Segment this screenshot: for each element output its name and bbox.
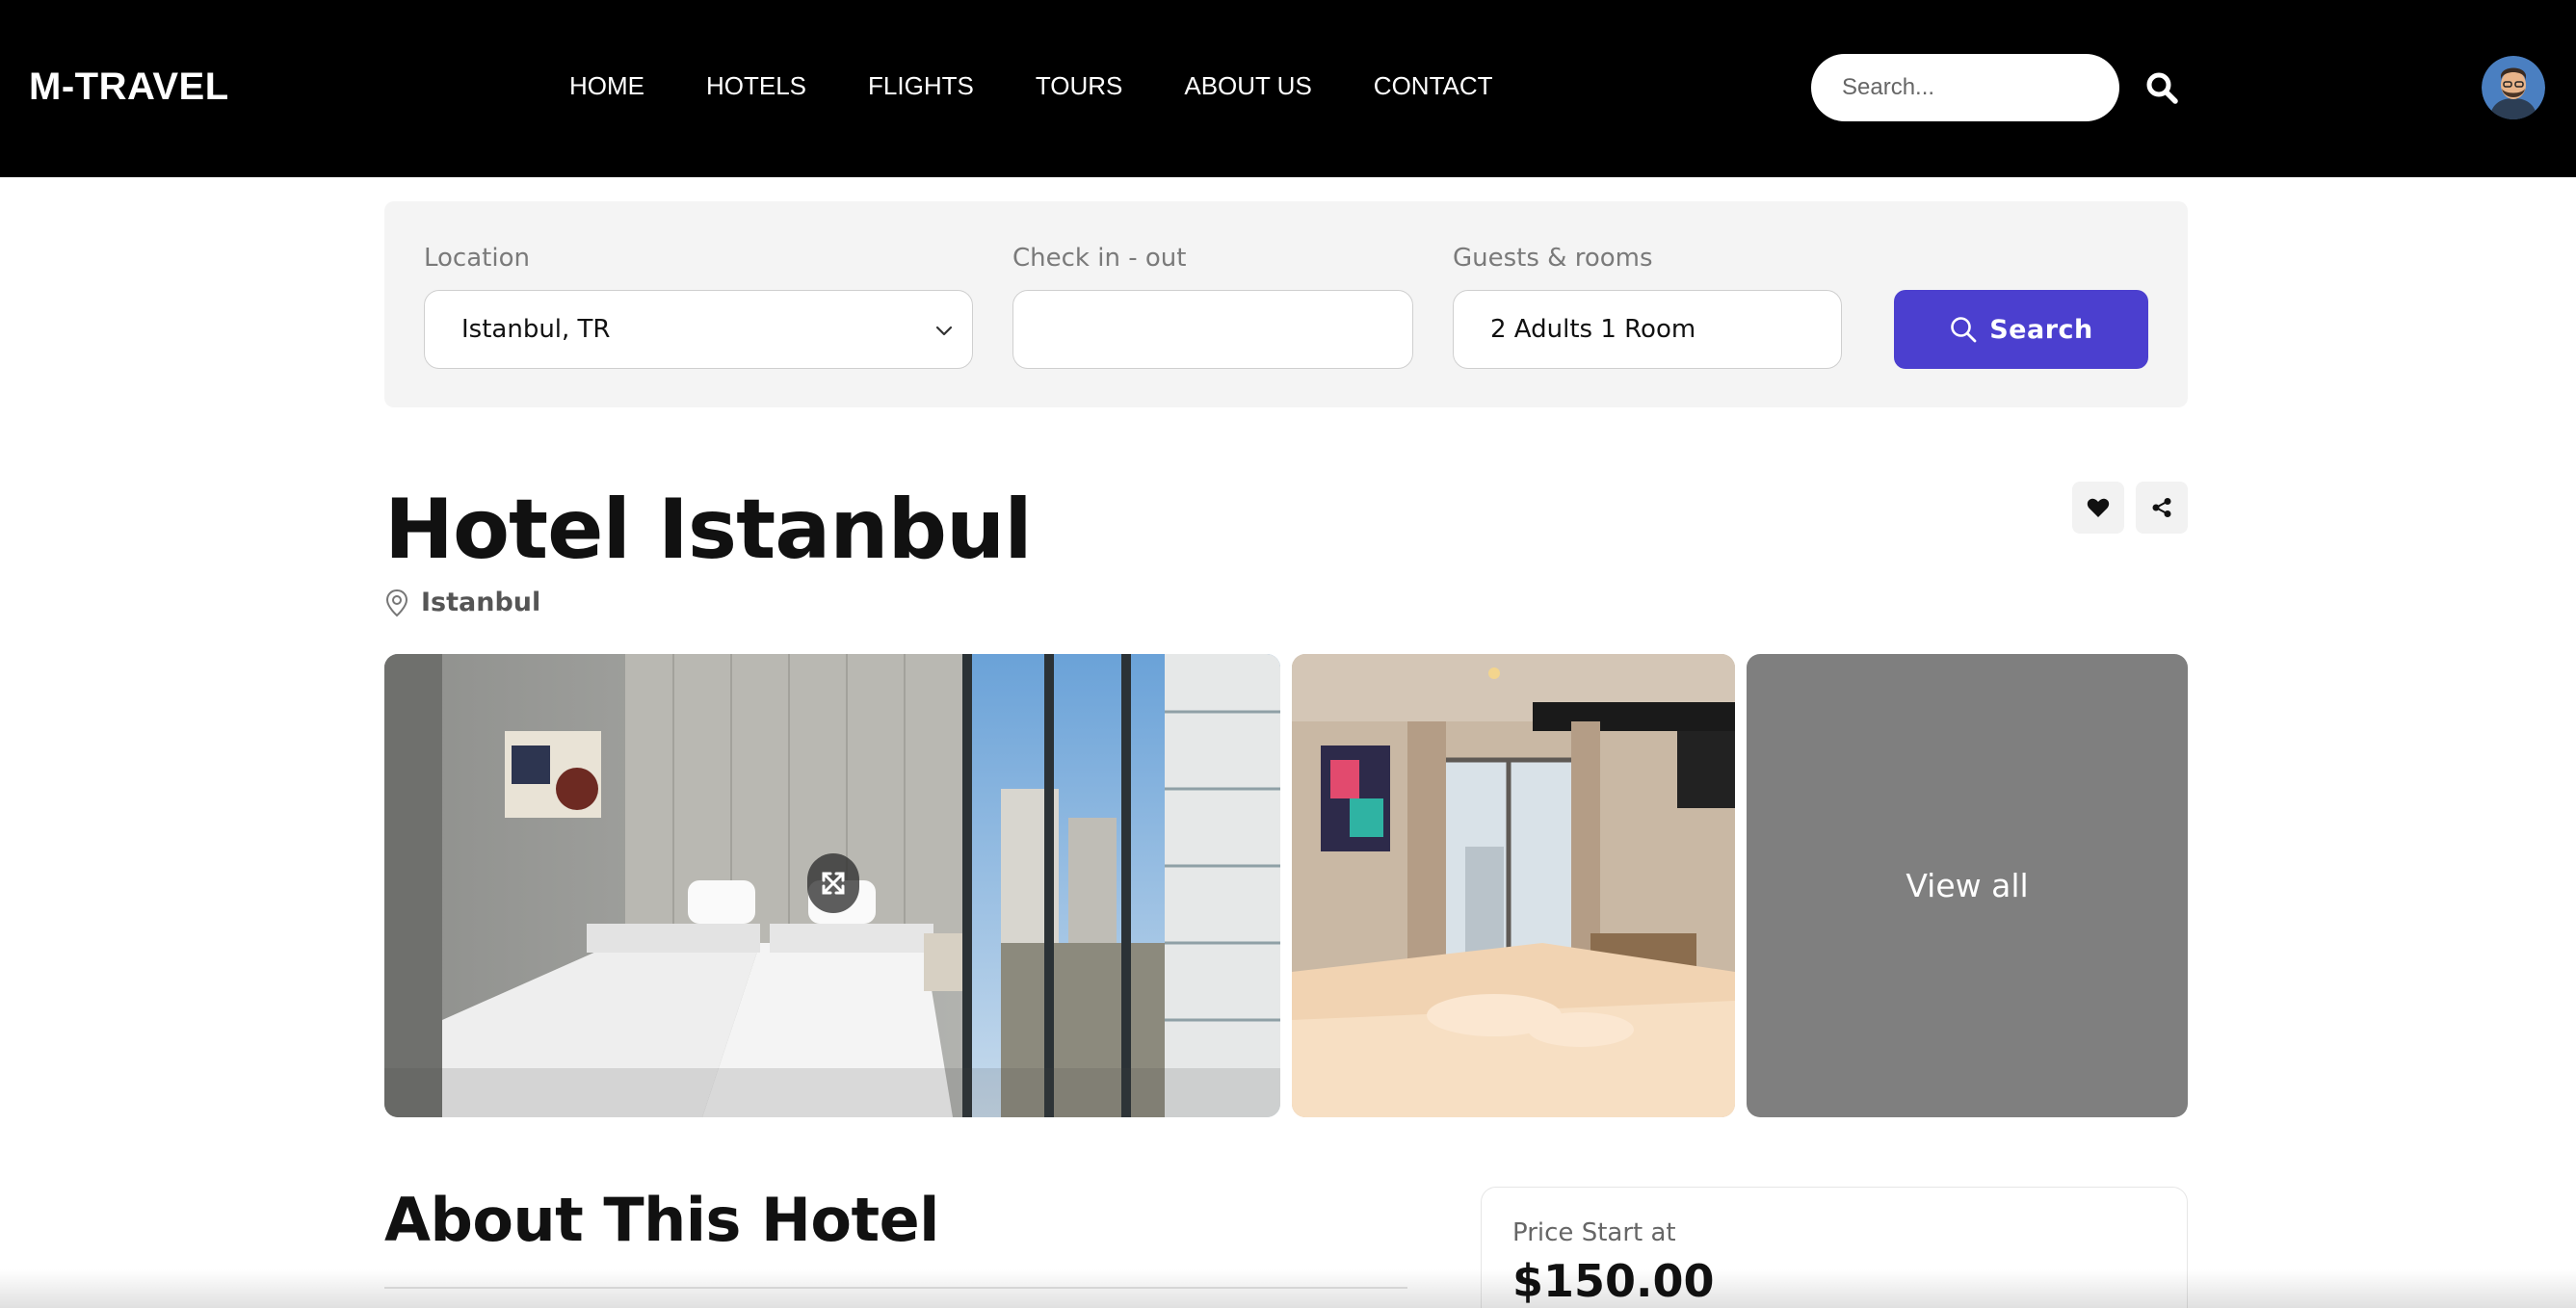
checkin-label: Check in - out	[1012, 244, 1187, 273]
secondary-hotel-photo[interactable]	[1292, 654, 1735, 1117]
search-button-label: Search	[1989, 314, 2093, 345]
nav-about-us[interactable]: ABOUT US	[1184, 71, 1311, 101]
site-logo[interactable]: M-TRAVEL	[29, 65, 229, 109]
top-navbar: M-TRAVEL HOME HOTELS FLIGHTS TOURS ABOUT…	[0, 0, 2576, 177]
location-value: Istanbul, TR	[461, 315, 611, 344]
booking-search-bar: Location Istanbul, TR Check in - out Gue…	[384, 201, 2188, 407]
price-card: Price Start at $150.00	[1481, 1187, 2188, 1308]
guests-label: Guests & rooms	[1453, 244, 1653, 273]
heart-icon	[2087, 498, 2110, 517]
checkin-date-input[interactable]	[1012, 290, 1413, 369]
share-icon	[2152, 498, 2171, 517]
header-search-input[interactable]	[1811, 54, 2119, 121]
nav-tours[interactable]: TOURS	[1036, 71, 1123, 101]
main-nav: HOME HOTELS FLIGHTS TOURS ABOUT US CONTA…	[569, 71, 1493, 101]
nav-contact[interactable]: CONTACT	[1374, 71, 1493, 101]
nav-flights[interactable]: FLIGHTS	[868, 71, 974, 101]
user-avatar[interactable]	[2482, 56, 2545, 119]
search-icon	[1951, 317, 1977, 343]
avatar-image	[2482, 56, 2545, 119]
hotel-location: Istanbul	[384, 588, 540, 617]
location-pin-icon	[385, 589, 408, 616]
hotel-title: Hotel Istanbul	[384, 482, 1033, 578]
bottom-shadow	[0, 1269, 2576, 1308]
search-icon	[2146, 72, 2178, 104]
hotel-location-text: Istanbul	[421, 588, 541, 617]
price-label: Price Start at	[1512, 1218, 1676, 1247]
nav-home[interactable]: HOME	[569, 71, 644, 101]
location-select[interactable]: Istanbul, TR	[424, 290, 973, 369]
expand-icon	[822, 872, 845, 895]
price-value: $150.00	[1512, 1255, 1715, 1307]
hotel-room-double-bed-image	[1292, 654, 1735, 1117]
about-divider	[384, 1287, 1407, 1289]
view-all-photos-button[interactable]: View all	[1747, 654, 2188, 1117]
location-label: Location	[424, 244, 530, 273]
guests-rooms-input[interactable]: 2 Adults 1 Room	[1453, 290, 1842, 369]
about-section-title: About This Hotel	[384, 1185, 939, 1255]
chevron-down-icon	[935, 326, 953, 336]
expand-gallery-button[interactable]	[807, 853, 859, 913]
guests-value: 2 Adults 1 Room	[1490, 315, 1696, 344]
share-button[interactable]	[2136, 482, 2188, 534]
nav-hotels[interactable]: HOTELS	[706, 71, 806, 101]
header-search-button[interactable]	[2141, 67, 2183, 110]
favorite-button[interactable]	[2072, 482, 2124, 534]
booking-search-button[interactable]: Search	[1894, 290, 2148, 369]
